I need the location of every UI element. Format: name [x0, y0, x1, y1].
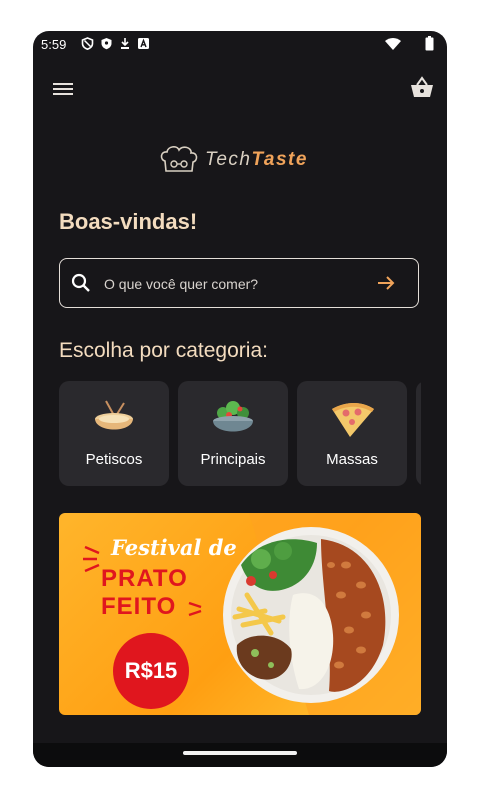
app-a-icon [138, 38, 149, 49]
price-badge: R$15 [113, 633, 189, 709]
category-label: Principais [200, 451, 266, 468]
banner-feito-text: FEITO [101, 593, 177, 620]
menu-icon [53, 83, 73, 95]
search-icon [71, 273, 90, 292]
welcome-title: Boas-vindas! [59, 209, 198, 234]
home-indicator[interactable] [183, 751, 297, 755]
basket-icon [411, 76, 433, 97]
snacks-bowl-icon [95, 400, 133, 430]
banner-prato-text: PRATO [101, 565, 188, 592]
logo-text-tech: Tech [205, 149, 252, 170]
chef-hat-icon [160, 146, 198, 172]
search-input[interactable] [102, 271, 366, 297]
banner-festival-text: Festival de [111, 535, 237, 560]
security-icon [101, 38, 112, 50]
app-logo: TechTaste [159, 145, 308, 175]
wifi-icon [385, 38, 401, 50]
categories-title: Escolha por categoria: [59, 339, 268, 362]
plate-image [223, 527, 399, 703]
category-card-massas[interactable]: Massas [297, 381, 407, 486]
shield-icon [81, 37, 94, 50]
cart-button[interactable] [409, 75, 435, 101]
battery-icon [425, 36, 434, 51]
menu-button[interactable] [51, 77, 75, 101]
logo-text: TechTaste [205, 149, 308, 171]
pizza-slice-icon [332, 403, 374, 437]
status-bar: 5:59 [33, 31, 447, 57]
status-icons [81, 37, 150, 50]
logo-text-taste: Taste [251, 149, 308, 170]
promo-banner[interactable]: Festival de PRATO FEITO R$15 [59, 513, 421, 715]
category-card-principais[interactable]: Principais [178, 381, 288, 486]
system-nav-bar [33, 743, 447, 767]
phone-screen: 5:59 TechTaste Boas-vindas! O que você q… [33, 31, 447, 767]
category-card-petiscos[interactable]: Petiscos [59, 381, 169, 486]
category-card-more[interactable] [416, 381, 421, 486]
status-time: 5:59 [41, 37, 67, 52]
category-label: Petiscos [85, 451, 143, 468]
category-label: Massas [326, 451, 378, 468]
category-list[interactable]: Petiscos Principais Massas [59, 381, 421, 487]
salad-bowl-icon [213, 401, 253, 432]
download-icon [121, 38, 129, 49]
arrow-right-icon[interactable] [375, 272, 397, 294]
search-bar [59, 258, 419, 308]
